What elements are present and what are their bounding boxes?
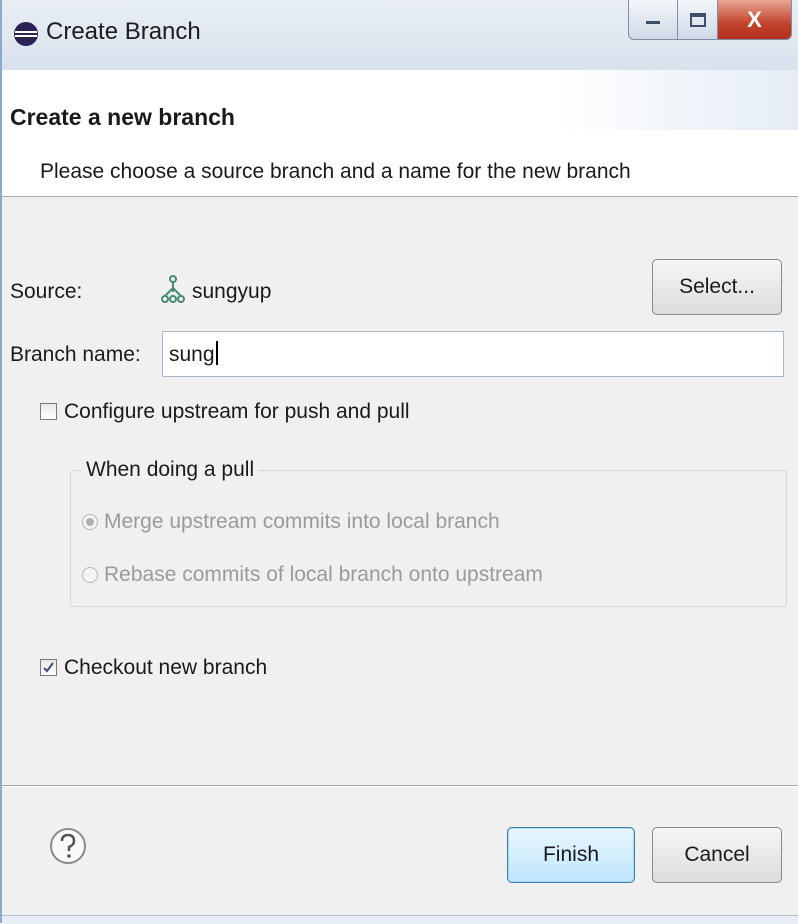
pull-options-title: When doing a pull (82, 458, 259, 482)
window-title: Create Branch (46, 18, 201, 45)
header-title: Create a new branch (10, 104, 235, 130)
footer-divider (2, 785, 798, 787)
finish-button[interactable]: Finish (507, 827, 635, 883)
header-banner (560, 70, 798, 130)
text-caret (215, 341, 218, 365)
branch-icon (161, 275, 185, 303)
dialog-header: Create a new branch Please choose a sour… (2, 70, 798, 197)
maximize-icon (689, 12, 706, 27)
branch-name-label: Branch name: (10, 343, 141, 366)
help-icon[interactable] (48, 826, 88, 866)
close-icon: X (747, 6, 762, 32)
rebase-radio[interactable] (82, 567, 98, 583)
eclipse-icon (14, 22, 38, 46)
branch-name-value: sung (169, 343, 215, 366)
create-branch-dialog: Create Branch X Create a new branch Plea… (0, 0, 798, 924)
configure-upstream-checkbox[interactable] (40, 403, 57, 420)
configure-upstream-label[interactable]: Configure upstream for push and pull (64, 400, 410, 424)
maximize-button[interactable] (678, 0, 718, 40)
checkout-checkbox[interactable] (40, 659, 57, 676)
checkout-label[interactable]: Checkout new branch (64, 656, 267, 680)
source-label: Source: (10, 280, 83, 303)
minimize-icon (646, 20, 660, 24)
branch-name-input[interactable]: sung (162, 331, 784, 377)
header-description: Please choose a source branch and a name… (40, 160, 631, 183)
cancel-button[interactable]: Cancel (652, 827, 782, 883)
window-controls: X (628, 0, 792, 40)
select-button[interactable]: Select... (652, 259, 782, 315)
source-value: sungyup (192, 280, 272, 303)
close-button[interactable]: X (718, 0, 792, 40)
merge-option-label[interactable]: Merge upstream commits into local branch (104, 510, 500, 534)
checkmark-icon (43, 662, 54, 673)
rebase-option-label[interactable]: Rebase commits of local branch onto upst… (104, 563, 543, 587)
minimize-button[interactable] (628, 0, 678, 40)
title-bar[interactable]: Create Branch X (2, 0, 798, 71)
merge-radio[interactable] (82, 514, 98, 530)
